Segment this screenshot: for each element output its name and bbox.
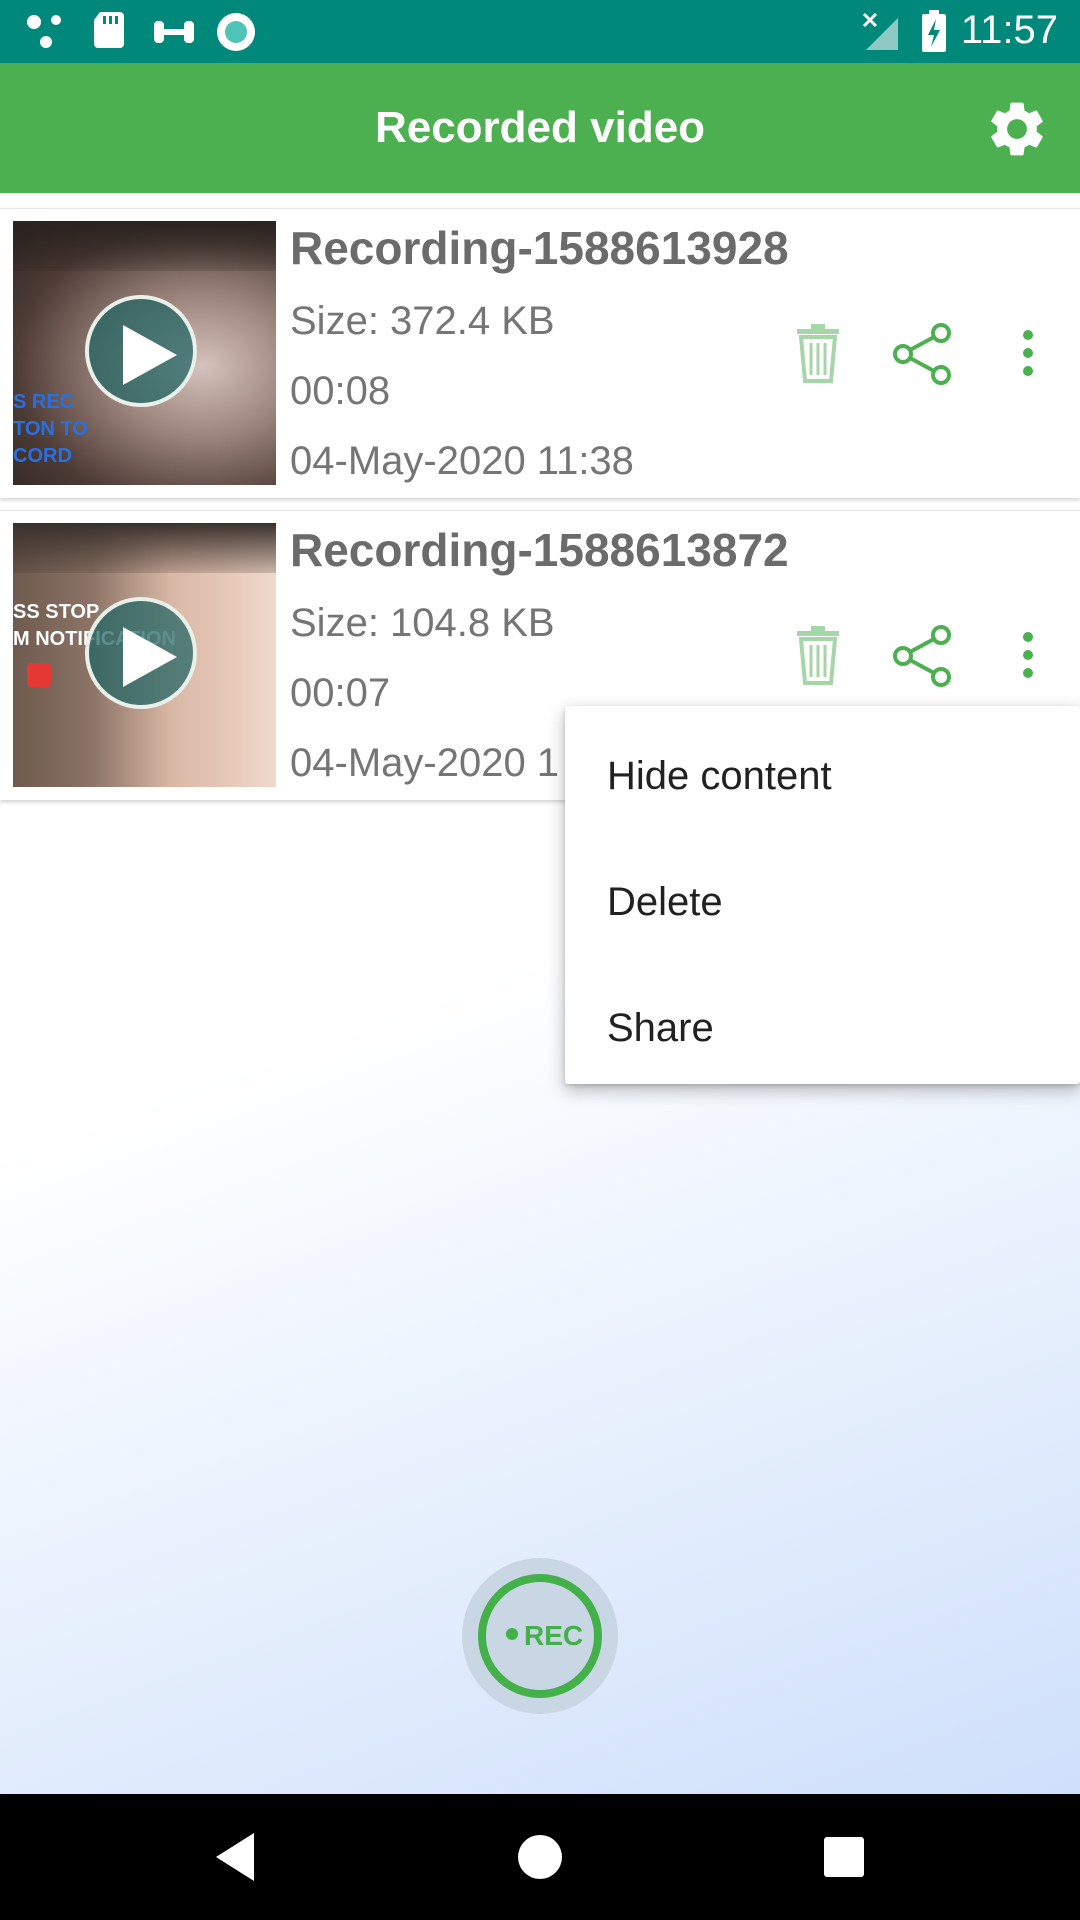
battery-charging-icon [922, 10, 946, 52]
record-button[interactable]: REC [462, 1558, 618, 1714]
menu-item-share[interactable]: Share [607, 965, 1047, 1091]
sd-card-icon [94, 12, 124, 48]
trash-icon [797, 626, 839, 685]
play-icon [123, 325, 177, 385]
more-options-button[interactable] [1010, 319, 1046, 389]
recording-date: 04-May-2020 11:38 [290, 439, 634, 483]
record-dot-icon [506, 1628, 518, 1640]
navigation-bar [0, 1794, 1080, 1920]
gear-icon [991, 102, 1043, 156]
recents-icon[interactable] [822, 1835, 866, 1879]
menu-item-hide-content[interactable]: Hide content [607, 713, 1047, 839]
share-button[interactable] [888, 319, 958, 389]
clock: 11:57 [960, 8, 1058, 52]
recording-card[interactable]: S REC TON TO CORD Recording-1588613928 Siz… [0, 208, 1080, 498]
share-icon [893, 323, 951, 385]
back-icon[interactable] [210, 1829, 260, 1885]
share-icon [893, 625, 951, 687]
more-vertical-icon [1023, 632, 1033, 678]
recording-size: Size: 372.4 KB [290, 299, 555, 343]
record-label: REC [524, 1620, 584, 1651]
recording-duration: 00:08 [290, 369, 391, 413]
video-thumbnail[interactable]: SS STOPM NOTIFICATION [13, 523, 276, 787]
record-circle-icon [217, 13, 255, 51]
delete-button[interactable] [783, 621, 853, 691]
page-title: Recorded video [374, 103, 706, 152]
share-button[interactable] [888, 621, 958, 691]
more-vertical-icon [1023, 330, 1033, 376]
more-options-button[interactable] [1010, 621, 1046, 691]
delete-button[interactable] [783, 319, 853, 389]
play-button[interactable] [85, 295, 197, 407]
video-thumbnail[interactable]: S REC TON TO CORD [13, 221, 276, 485]
trash-icon [797, 324, 839, 383]
menu-item-delete[interactable]: Delete [607, 839, 1047, 965]
dumbbell-icon [154, 21, 194, 43]
app-bar: Recorded video [0, 63, 1080, 193]
share-dots-icon [27, 15, 61, 48]
recording-size: Size: 104.8 KB [290, 601, 555, 645]
play-icon [123, 627, 177, 687]
play-button[interactable] [85, 597, 197, 709]
record-button-ring: REC [478, 1574, 602, 1698]
recording-duration: 00:07 [290, 671, 391, 715]
home-icon[interactable] [516, 1833, 564, 1881]
overflow-menu: Hide content Delete Share [565, 706, 1080, 1084]
no-signal-icon [862, 12, 898, 50]
recording-name: Recording-1588613872 [290, 524, 789, 576]
recording-name: Recording-1588613928 [290, 222, 789, 274]
status-bar: 11:57 [0, 0, 1080, 63]
settings-button[interactable] [984, 96, 1050, 162]
recording-date: 04-May-2020 1 [290, 741, 560, 785]
